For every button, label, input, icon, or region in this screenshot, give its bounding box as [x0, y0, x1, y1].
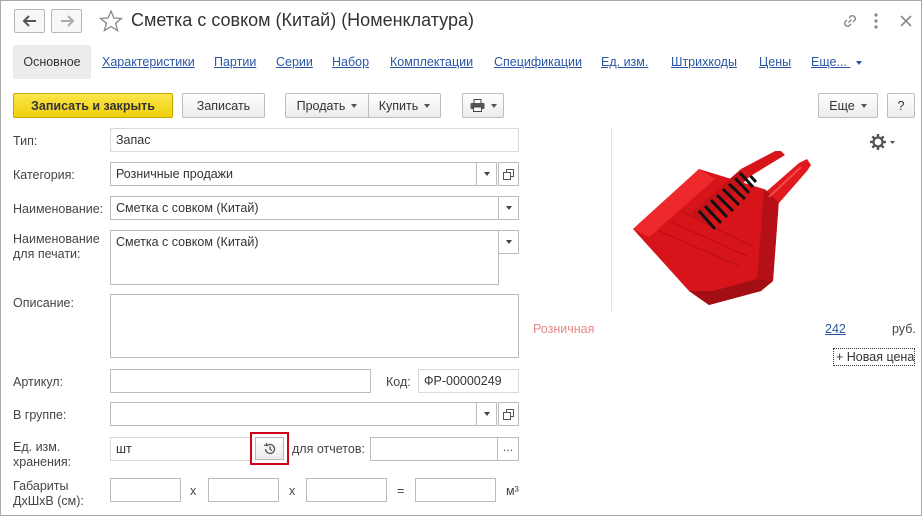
image-panel-divider	[611, 128, 612, 311]
dims-x-separator-1: x	[190, 484, 197, 498]
print-name-label-line1: Наименование	[13, 232, 100, 246]
group-dropdown-button[interactable]	[476, 402, 497, 426]
group-field[interactable]	[110, 402, 477, 426]
article-field[interactable]	[110, 369, 371, 393]
more-label: Еще	[829, 98, 855, 113]
tab-characteristics[interactable]: Характеристики	[102, 55, 195, 69]
image-settings-gear-icon[interactable]	[869, 132, 897, 152]
dims-label-line1: Габариты	[13, 479, 69, 493]
category-dropdown-button[interactable]	[476, 162, 497, 186]
printer-icon	[470, 99, 484, 112]
more-button[interactable]: Еще	[818, 93, 878, 118]
link-icon[interactable]	[841, 12, 859, 30]
product-image	[633, 151, 811, 305]
dims-x-separator-2: x	[289, 484, 296, 498]
volume-field[interactable]	[415, 478, 496, 502]
star-icon[interactable]	[99, 10, 123, 32]
height-field[interactable]	[306, 478, 387, 502]
description-label: Описание:	[13, 296, 74, 310]
chevron-down-icon	[490, 103, 497, 108]
chevron-down-icon	[856, 60, 863, 65]
tab-more-label: Еще...	[811, 55, 847, 69]
tab-main[interactable]: Основное	[13, 45, 91, 79]
tab-specifications[interactable]: Спецификации	[494, 55, 582, 69]
width-field[interactable]	[208, 478, 279, 502]
type-field[interactable]: Запас	[110, 128, 519, 152]
arrow-right-icon	[60, 15, 74, 27]
dims-label: Габариты ДхШхВ (см):	[13, 479, 84, 509]
tab-more[interactable]: Еще...	[811, 55, 863, 69]
more-vertical-icon[interactable]	[872, 12, 880, 30]
save-button[interactable]: Записать	[182, 93, 265, 118]
print-button[interactable]	[462, 93, 504, 118]
price-currency-label: руб.	[892, 322, 916, 336]
open-window-icon	[503, 168, 514, 180]
save-and-close-button[interactable]: Записать и закрыть	[13, 93, 173, 118]
retail-price-kind-label: Розничная	[533, 322, 595, 336]
buy-label: Купить	[378, 98, 419, 113]
sell-button[interactable]: Продать	[285, 93, 369, 118]
name-dropdown-button[interactable]	[498, 196, 519, 220]
name-label: Наименование:	[13, 202, 104, 216]
print-name-dropdown-button[interactable]	[498, 230, 519, 254]
chevron-down-icon	[351, 103, 358, 108]
chevron-down-icon	[505, 206, 512, 210]
unit-history-button[interactable]	[250, 432, 289, 465]
back-button[interactable]	[14, 9, 45, 33]
chevron-down-icon	[505, 240, 512, 244]
dims-label-line2: ДхШхВ (см):	[13, 494, 84, 508]
category-label: Категория:	[13, 168, 75, 182]
sell-label: Продать	[296, 98, 346, 113]
unit-label: Ед. изм. хранения:	[13, 440, 71, 470]
new-price-button[interactable]: + Новая цена	[833, 348, 916, 366]
article-label: Артикул:	[13, 375, 64, 389]
unit-label-line2: хранения:	[13, 455, 72, 469]
tab-series[interactable]: Серии	[276, 55, 313, 69]
forward-button[interactable]	[51, 9, 82, 33]
tab-set[interactable]: Набор	[332, 55, 369, 69]
window: Сметка с совком (Китай) (Номенклатура) О…	[0, 0, 922, 516]
chevron-down-icon	[483, 412, 490, 416]
retail-price-value-link[interactable]: 242	[825, 322, 846, 336]
report-unit-select-button[interactable]: ...	[497, 437, 519, 461]
report-unit-label: для отчетов:	[292, 442, 365, 456]
chevron-down-icon	[483, 172, 490, 176]
dims-equals-sign: =	[397, 484, 405, 498]
print-name-label-line2: для печати:	[13, 247, 81, 261]
page-title: Сметка с совком (Китай) (Номенклатура)	[131, 10, 474, 30]
name-field[interactable]: Сметка с совком (Китай)	[110, 196, 499, 220]
tab-batches[interactable]: Партии	[214, 55, 256, 69]
history-clock-icon	[263, 442, 275, 454]
help-button[interactable]: ?	[887, 93, 915, 118]
buy-button[interactable]: Купить	[368, 93, 441, 118]
volume-unit-label: м³	[506, 484, 519, 498]
arrow-left-icon	[22, 15, 36, 27]
category-open-button[interactable]	[498, 162, 519, 186]
report-unit-field[interactable]	[370, 437, 498, 461]
code-field[interactable]: ФР-00000249	[418, 369, 519, 393]
tab-units[interactable]: Ед. изм.	[601, 55, 648, 69]
group-open-button[interactable]	[498, 402, 519, 426]
unit-history-button-inner	[255, 437, 284, 460]
tab-barcodes[interactable]: Штрихкоды	[671, 55, 737, 69]
print-name-field[interactable]: Сметка с совком (Китай)	[110, 230, 499, 285]
unit-label-line1: Ед. изм.	[13, 440, 61, 454]
close-icon[interactable]	[899, 14, 913, 28]
unit-field[interactable]: шт	[110, 437, 252, 461]
print-name-label: Наименование для печати:	[13, 232, 100, 262]
tab-kits[interactable]: Комплектации	[390, 55, 473, 69]
open-window-icon	[503, 408, 514, 420]
category-field[interactable]: Розничные продажи	[110, 162, 477, 186]
chevron-down-icon	[860, 103, 867, 108]
tab-prices[interactable]: Цены	[759, 55, 791, 69]
type-label: Тип:	[13, 134, 38, 148]
description-field[interactable]	[110, 294, 519, 358]
length-field[interactable]	[110, 478, 181, 502]
group-label: В группе:	[13, 408, 67, 422]
chevron-down-icon	[424, 103, 431, 108]
code-label: Код:	[386, 375, 411, 389]
